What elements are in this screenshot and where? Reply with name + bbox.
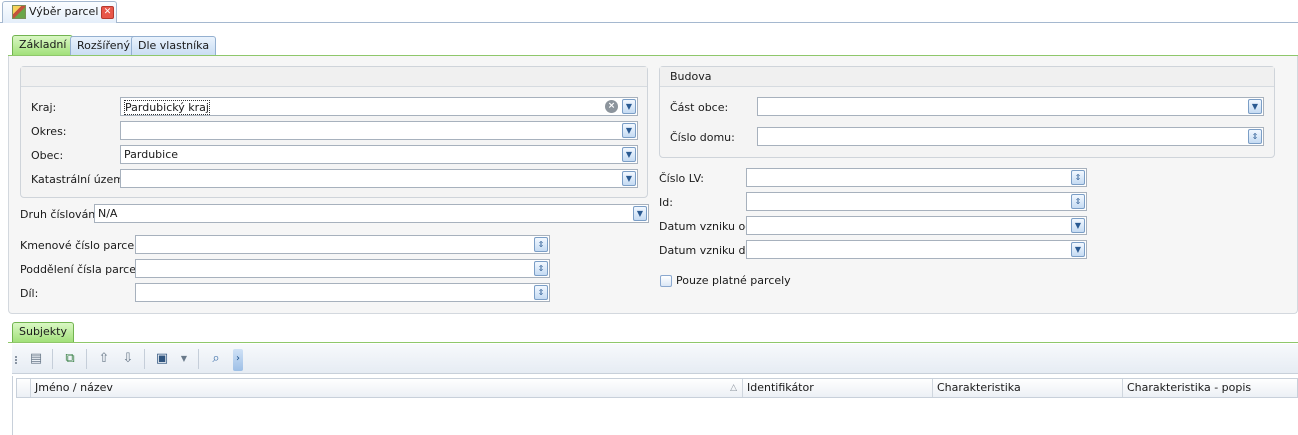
vznik-od-date[interactable]: ▼	[746, 216, 1087, 235]
druh-combo[interactable]: N/A ▼	[94, 204, 649, 223]
location-group-header	[21, 67, 647, 87]
ku-combo[interactable]: ▼	[120, 169, 638, 188]
toolbar-separator	[198, 349, 199, 369]
sort-icon: △	[730, 383, 737, 393]
tab-zakladni[interactable]: Základní	[12, 35, 74, 56]
subjects-toolbar: ▤ ⧉ ⇧ ⇩ ▣ ▼ ⌕ ›	[12, 344, 1298, 374]
vznik-do-label: Datum vzniku do:	[659, 244, 756, 257]
kmenove-spin[interactable]: ⇕	[135, 235, 550, 254]
cast-obce-label: Část obce:	[670, 101, 729, 114]
obec-label: Obec:	[31, 149, 64, 162]
cislo-domu-label: Číslo domu:	[670, 131, 735, 144]
search-icon[interactable]: ⌕	[206, 349, 226, 369]
budova-group-header: Budova	[660, 67, 1274, 87]
okres-combo[interactable]: ▼	[120, 121, 638, 140]
toolbar-separator	[144, 349, 145, 369]
platne-checkbox[interactable]	[660, 275, 672, 287]
column-header-charakteristika[interactable]: Charakteristika	[933, 379, 1123, 397]
druh-value: N/A	[98, 207, 118, 220]
vznik-od-label: Datum vzniku od:	[659, 220, 756, 233]
kraj-value: Pardubický kraj	[124, 100, 210, 115]
add-window-icon[interactable]: ⧉	[60, 349, 80, 369]
close-icon[interactable]: ✕	[101, 6, 114, 19]
toolbar-separator	[86, 349, 87, 369]
chevron-down-icon[interactable]: ▼	[1248, 99, 1262, 114]
id-spin[interactable]: ⇕	[746, 192, 1087, 211]
column-header-jmeno[interactable]: Jméno / název △	[31, 379, 743, 397]
clear-icon[interactable]: ×	[605, 100, 618, 113]
podd-label: Poddělení čísla parcely:	[20, 263, 149, 276]
chevron-down-icon[interactable]: ▼	[1071, 218, 1085, 233]
kraj-combo[interactable]: Pardubický kraj × ▼	[120, 97, 638, 116]
vznik-do-date[interactable]: ▼	[746, 240, 1087, 259]
obec-combo[interactable]: Pardubice ▼	[120, 145, 638, 164]
chevron-down-icon[interactable]: ▼	[622, 147, 636, 162]
document-tab-bar	[0, 0, 1298, 23]
grip-icon	[15, 356, 19, 364]
cislo-lv-spin[interactable]: ⇕	[746, 168, 1087, 187]
document-tab-title: Výběr parcel	[29, 5, 99, 18]
platne-label: Pouze platné parcely	[676, 274, 791, 287]
obec-value: Pardubice	[124, 148, 179, 161]
tab-rozsireny[interactable]: Rozšířený	[70, 36, 137, 55]
kmenove-label: Kmenové číslo parcely:	[20, 239, 147, 252]
kraj-label: Kraj:	[31, 101, 57, 114]
spinner-icon[interactable]: ⇕	[1071, 170, 1085, 185]
list-icon[interactable]: ▤	[26, 349, 46, 369]
chevron-down-icon[interactable]: ▼	[622, 99, 636, 114]
spinner-icon[interactable]: ⇕	[1071, 194, 1085, 209]
cast-obce-combo[interactable]: ▼	[757, 97, 1264, 116]
cislo-domu-spin[interactable]: ⇕	[757, 127, 1264, 146]
chevron-down-icon[interactable]: ▼	[174, 349, 194, 369]
tab-dle-vlastnika[interactable]: Dle vlastníka	[131, 36, 217, 55]
chevron-down-icon[interactable]: ▼	[1071, 242, 1085, 257]
chevron-right-icon[interactable]: ›	[233, 349, 243, 371]
toolbar-separator	[52, 349, 53, 369]
dil-spin[interactable]: ⇕	[135, 283, 550, 302]
arrow-down-icon[interactable]: ⇩	[118, 349, 138, 369]
spinner-icon[interactable]: ⇕	[534, 285, 548, 300]
chevron-down-icon[interactable]: ▼	[633, 206, 647, 221]
dil-label: Díl:	[20, 287, 39, 300]
cislo-lv-label: Číslo LV:	[659, 172, 705, 185]
spinner-icon[interactable]: ⇕	[1248, 129, 1262, 144]
spinner-icon[interactable]: ⇕	[534, 261, 548, 276]
arrow-up-icon[interactable]: ⇧	[94, 349, 114, 369]
map-icon	[12, 5, 26, 19]
save-icon[interactable]: ▣	[152, 349, 172, 369]
subjekty-divider	[8, 342, 1298, 343]
spinner-icon[interactable]: ⇕	[534, 237, 548, 252]
column-label: Jméno / název	[35, 381, 113, 394]
row-indicator-header	[17, 379, 31, 397]
document-tab[interactable]: Výběr parcel ✕	[2, 1, 117, 23]
okres-label: Okres:	[31, 125, 67, 138]
subjects-grid-header: Jméno / název △ Identifikátor Charakteri…	[16, 378, 1298, 398]
id-label: Id:	[659, 196, 673, 209]
chevron-down-icon[interactable]: ▼	[622, 171, 636, 186]
tab-subjekty[interactable]: Subjekty	[12, 322, 74, 343]
druh-label: Druh číslování:	[20, 208, 103, 221]
column-header-identifikator[interactable]: Identifikátor	[743, 379, 933, 397]
podd-spin[interactable]: ⇕	[135, 259, 550, 278]
ku-label: Katastrální území:	[31, 173, 131, 186]
column-header-charakteristika-popis[interactable]: Charakteristika - popis	[1123, 379, 1297, 397]
chevron-down-icon[interactable]: ▼	[622, 123, 636, 138]
